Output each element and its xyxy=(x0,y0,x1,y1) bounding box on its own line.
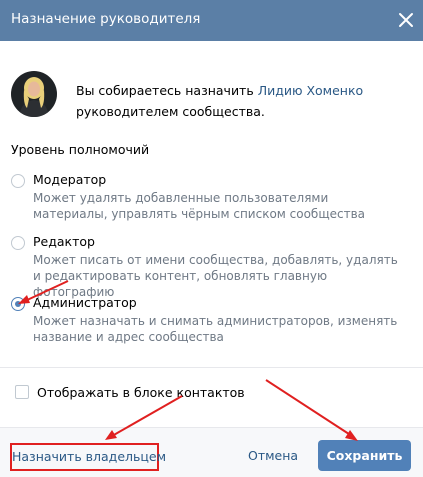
user-link[interactable]: Лидию Хоменко xyxy=(258,83,364,98)
option-label: Администратор xyxy=(33,295,137,310)
cancel-button[interactable]: Отмена xyxy=(248,448,298,463)
close-icon[interactable] xyxy=(392,6,420,34)
contacts-checkbox[interactable] xyxy=(15,385,29,399)
permissions-title: Уровень полномочий xyxy=(11,142,150,157)
save-button[interactable]: Сохранить xyxy=(318,440,411,471)
radio-moderator[interactable] xyxy=(11,174,25,188)
dialog-header: Назначение руководителя xyxy=(0,0,423,41)
intro-prefix: Вы собираетесь назначить xyxy=(76,83,258,98)
radio-administrator[interactable] xyxy=(11,297,25,311)
option-label: Модератор xyxy=(33,172,107,187)
assign-owner-link[interactable]: Назначить владельцем xyxy=(10,443,166,471)
intro-text: Вы собираетесь назначить Лидию Хоменко ру… xyxy=(76,80,406,122)
radio-editor[interactable] xyxy=(11,236,25,250)
option-description: Может удалять добавленные пользователями… xyxy=(33,191,366,221)
option-description: Может назначать и снимать администраторо… xyxy=(33,314,398,344)
option-description: Может писать от имени сообщества, добавл… xyxy=(33,253,398,299)
intro-suffix: руководителем сообщества. xyxy=(76,104,265,119)
radio-selected-dot xyxy=(15,301,21,307)
contacts-checkbox-label[interactable]: Отображать в блоке контактов xyxy=(37,385,245,400)
avatar xyxy=(11,71,57,117)
dialog-title: Назначение руководителя xyxy=(11,11,201,27)
option-label: Редактор xyxy=(33,234,95,249)
divider xyxy=(0,367,423,368)
